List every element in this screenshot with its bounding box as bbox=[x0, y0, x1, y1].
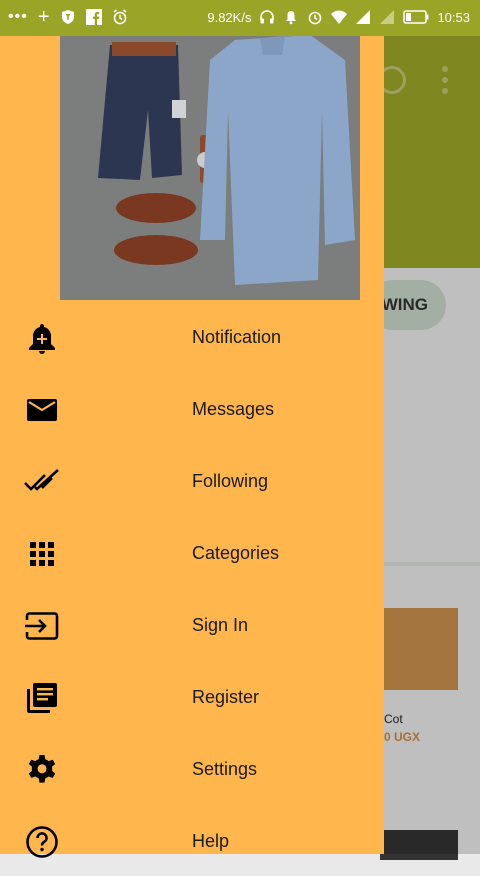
menu-item-label: Sign In bbox=[192, 615, 249, 635]
menu-item-register[interactable]: Register bbox=[0, 660, 384, 732]
menu-item-messages[interactable]: Messages bbox=[0, 372, 384, 444]
menu-item-label: Notification bbox=[192, 327, 282, 347]
alarm-icon bbox=[113, 9, 126, 25]
menu-item-sign-in[interactable]: Sign In bbox=[0, 588, 384, 660]
more-dots-icon: ••• bbox=[8, 8, 28, 25]
network-speed: 9.82K/s bbox=[207, 9, 252, 25]
plus-icon: + bbox=[37, 6, 50, 28]
menu-item-label: Categories bbox=[192, 543, 280, 563]
bell-plus-icon bbox=[29, 324, 55, 354]
help-icon bbox=[26, 826, 58, 858]
shield-icon bbox=[61, 10, 74, 24]
menu-item-settings[interactable]: Settings bbox=[0, 732, 384, 804]
drawer-header-image bbox=[60, 0, 360, 300]
wifi-icon bbox=[331, 10, 348, 24]
menu-item-label: Help bbox=[192, 831, 230, 851]
navigation-drawer: Notification Messages Following Categori… bbox=[0, 0, 384, 858]
drawer-menu: Notification Messages Following Categori… bbox=[0, 300, 384, 876]
menu-item-help[interactable]: Help bbox=[0, 804, 384, 876]
double-check-icon bbox=[24, 469, 59, 491]
signal-weak-icon bbox=[380, 10, 395, 24]
battery-icon bbox=[403, 10, 429, 24]
sign-in-icon bbox=[25, 612, 59, 640]
menu-item-label: Settings bbox=[192, 759, 258, 779]
clock: 10:53 bbox=[437, 9, 470, 25]
menu-item-label: Register bbox=[192, 687, 260, 707]
menu-item-notification[interactable]: Notification bbox=[0, 300, 384, 372]
menu-item-following[interactable]: Following bbox=[0, 444, 384, 516]
facebook-icon bbox=[85, 9, 102, 25]
gear-icon bbox=[28, 755, 56, 783]
alarm-icon bbox=[309, 11, 322, 25]
status-bar: ••• + 9.82K/s 10:53 bbox=[0, 0, 480, 36]
headphones-icon bbox=[260, 10, 275, 24]
menu-item-label: Messages bbox=[192, 399, 275, 419]
envelope-icon bbox=[27, 399, 57, 421]
menu-item-label: Following bbox=[192, 471, 269, 491]
menu-item-categories[interactable]: Categories bbox=[0, 516, 384, 588]
library-books-icon bbox=[27, 683, 57, 713]
notification-bell-icon bbox=[286, 11, 297, 25]
signal-icon bbox=[356, 10, 371, 24]
grid-icon bbox=[30, 542, 54, 566]
